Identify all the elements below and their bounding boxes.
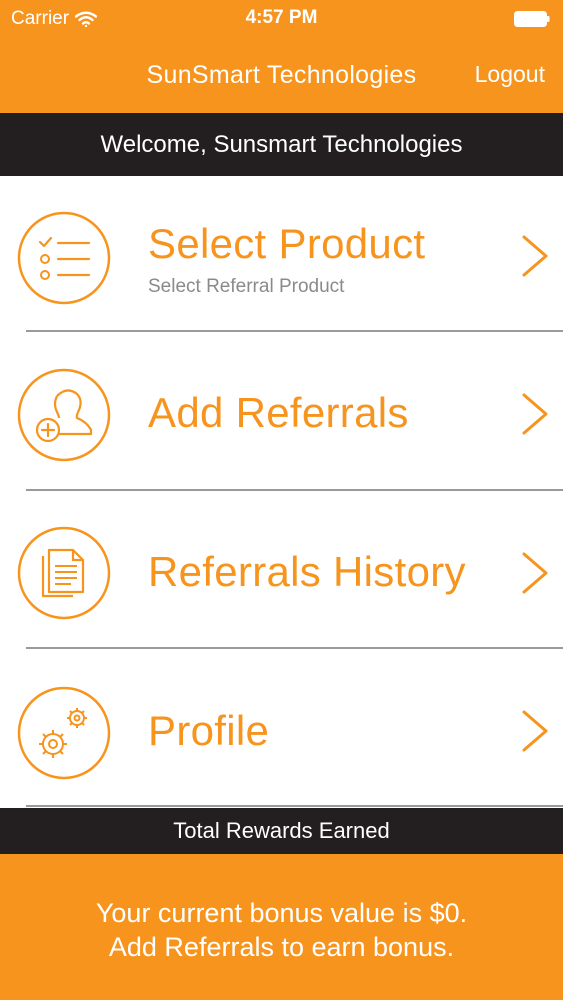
menu-item-label: Select Product: [148, 220, 426, 267]
chevron-right-icon: [522, 710, 548, 752]
menu-item-label: Add Referrals: [148, 389, 409, 436]
bonus-panel: Your current bonus value is $0. Add Refe…: [0, 854, 563, 1000]
bonus-value-text: Your current bonus value is $0.: [95, 898, 468, 928]
status-bar: Carrier 4:57 PM: [0, 0, 563, 40]
bonus-hint-text: Add Referrals to earn bonus.: [108, 932, 455, 962]
main-menu: Select Product Select Referral Product A…: [0, 176, 563, 810]
menu-item-label: Referrals History: [148, 548, 466, 595]
add-user-icon: [17, 368, 111, 462]
menu-divider: [26, 489, 563, 491]
chevron-right-icon: [522, 393, 548, 435]
menu-item-add-referrals[interactable]: Add Referrals: [0, 334, 563, 492]
menu-divider: [26, 805, 563, 807]
welcome-banner: Welcome, Sunsmart Technologies: [0, 113, 563, 176]
menu-item-select-product[interactable]: Select Product Select Referral Product: [0, 176, 563, 334]
menu-item-label: Profile: [148, 707, 270, 754]
menu-divider: [26, 647, 563, 649]
chevron-right-icon: [522, 235, 548, 277]
total-rewards-header: Total Rewards Earned: [0, 808, 563, 854]
menu-item-referrals-history[interactable]: Referrals History: [0, 493, 563, 651]
menu-item-subtitle: Select Referral Product: [148, 276, 345, 297]
documents-icon: [17, 526, 111, 620]
checklist-icon: [17, 211, 111, 305]
gears-icon: [17, 686, 111, 780]
battery-icon: [514, 11, 550, 27]
app-title-text: SunSmart Technologies: [146, 61, 417, 89]
menu-divider: [26, 330, 563, 332]
logout-button[interactable]: Logout: [475, 61, 545, 88]
top-bar: Carrier 4:57 PM SunSmart Technologies Lo…: [0, 0, 563, 113]
menu-item-profile[interactable]: Profile: [0, 651, 563, 809]
chevron-right-icon: [522, 552, 548, 594]
status-time: 4:57 PM: [245, 7, 318, 28]
